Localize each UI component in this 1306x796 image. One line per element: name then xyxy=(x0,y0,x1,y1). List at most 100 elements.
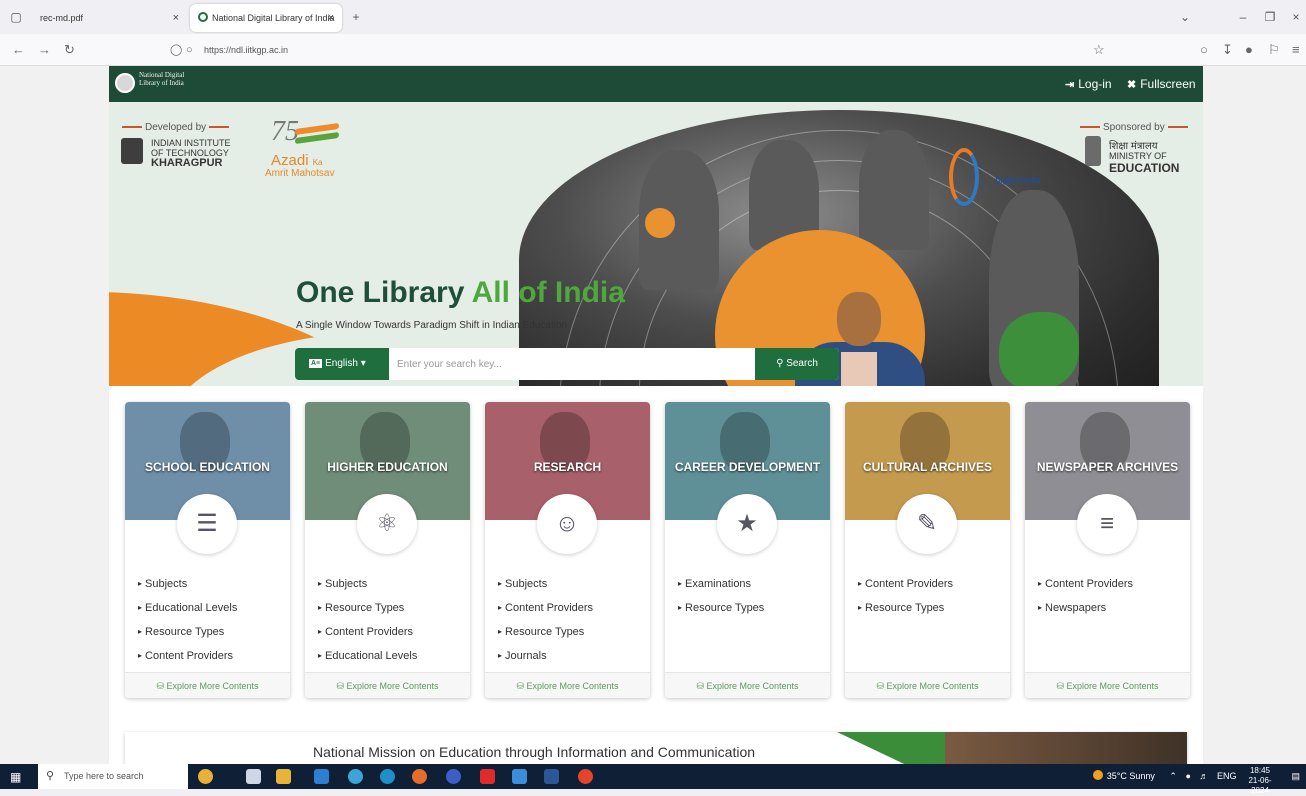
category-title[interactable]: HIGHER EDUCATION xyxy=(305,460,470,474)
explore-more-link[interactable]: ⛁ Explore More Contents xyxy=(485,672,650,698)
category-card[interactable]: RESEARCH ☺ SubjectsContent ProvidersResour… xyxy=(485,402,650,698)
explore-more-link[interactable]: ⛁ Explore More Contents xyxy=(665,672,830,698)
category-title[interactable]: RESEARCH xyxy=(485,460,650,474)
category-card[interactable]: SCHOOL EDUCATION ☰ SubjectsEducational Lev… xyxy=(125,402,290,698)
list-tabs-icon[interactable]: ⌄ xyxy=(1177,10,1193,24)
search-input[interactable] xyxy=(389,348,755,380)
taskbar-clock[interactable]: 18:45 21-06-2024 xyxy=(1242,766,1278,796)
edge-icon[interactable] xyxy=(380,769,395,784)
tab-rec-md-pdf[interactable]: rec-md.pdf × xyxy=(32,4,187,32)
language-indicator[interactable]: ENG xyxy=(1217,771,1237,781)
category-title[interactable]: CULTURAL ARCHIVES xyxy=(845,460,1010,474)
notification-icon[interactable]: ▤ xyxy=(1291,771,1300,781)
word-icon[interactable] xyxy=(544,769,559,784)
category-link[interactable]: Resource Types xyxy=(498,620,593,644)
category-link[interactable]: Resource Types xyxy=(858,596,953,620)
category-link[interactable]: Content Providers xyxy=(498,596,593,620)
explore-more-link[interactable]: ⛁ Explore More Contents xyxy=(305,672,470,698)
fullscreen-link[interactable]: ✖ Fullscreen xyxy=(1127,77,1196,91)
close-tab-icon[interactable]: × xyxy=(328,4,334,32)
account-icon[interactable]: ● xyxy=(1245,42,1253,57)
category-card[interactable]: HIGHER EDUCATION ⚛ SubjectsResource TypesC… xyxy=(305,402,470,698)
category-link[interactable]: Journals xyxy=(498,644,593,668)
search-icon: ⚲ xyxy=(46,770,55,782)
url-bar[interactable]: ◯ ○ https://ndl.iitkgp.ac.in xyxy=(160,38,1120,62)
close-tab-icon[interactable]: × xyxy=(173,4,179,32)
category-link[interactable]: Educational Levels xyxy=(318,644,417,668)
digital-india-logo: Digital India xyxy=(949,148,1049,208)
taskbar-search-placeholder: Type here to search xyxy=(64,771,144,781)
tab-ndl[interactable]: National Digital Library of India × xyxy=(190,4,342,32)
search-button[interactable]: ⚲ Search xyxy=(755,348,839,380)
category-link[interactable]: Resource Types xyxy=(318,596,417,620)
photo-person xyxy=(859,130,929,250)
explore-more-label: Explore More Contents xyxy=(526,681,619,691)
close-window-icon[interactable]: × xyxy=(1288,10,1304,24)
login-link[interactable]: ⇥ Log-in xyxy=(1065,77,1112,91)
category-title[interactable]: CAREER DEVELOPMENT xyxy=(665,460,830,474)
taskbar-search[interactable]: ⚲ Type here to search xyxy=(38,764,188,789)
chrome-icon[interactable] xyxy=(348,769,363,784)
category-title[interactable]: SCHOOL EDUCATION xyxy=(125,460,290,474)
weather-text[interactable]: 35°C Sunny xyxy=(1107,771,1155,781)
language-dropdown[interactable]: A≡ English ▾ xyxy=(295,348,389,380)
windows-start-icon[interactable]: ▦ xyxy=(10,770,21,784)
volume-icon[interactable]: ♬ xyxy=(1199,771,1208,781)
pocket-icon[interactable]: ○ xyxy=(1200,42,1208,57)
student-shirt xyxy=(841,352,877,386)
new-tab-icon[interactable]: + xyxy=(348,10,364,24)
browser-nav-bar: ← → ↻ ◯ ○ https://ndl.iitkgp.ac.in ☆ ○ ↧… xyxy=(0,34,1306,66)
iit-line: INDIAN INSTITUTE xyxy=(151,138,231,148)
tab-overview-icon[interactable]: ▢ xyxy=(8,10,24,24)
ndl-logo[interactable]: National Digital Library of India xyxy=(115,71,205,97)
category-link[interactable]: Content Providers xyxy=(318,620,417,644)
menu-icon[interactable]: ≡ xyxy=(1292,42,1300,57)
cortana-icon[interactable] xyxy=(198,769,213,784)
explore-more-link[interactable]: ⛁ Explore More Contents xyxy=(845,672,1010,698)
brave-icon[interactable] xyxy=(578,769,593,784)
category-link[interactable]: Newspapers xyxy=(1038,596,1133,620)
youtube-icon[interactable] xyxy=(480,769,495,784)
category-links: ExaminationsResource Types xyxy=(678,572,764,620)
facebook-icon[interactable] xyxy=(446,769,461,784)
reload-icon[interactable]: ↻ xyxy=(64,42,75,58)
category-link[interactable]: Content Providers xyxy=(1038,572,1133,596)
category-link[interactable]: Examinations xyxy=(678,572,764,596)
explore-more-link[interactable]: ⛁ Explore More Contents xyxy=(1025,672,1190,698)
network-icon[interactable]: ● xyxy=(1185,771,1190,781)
database-icon: ⛁ xyxy=(336,681,347,691)
page-viewport: National Digital Library of India ⇥ Log-i… xyxy=(0,66,1306,764)
category-link[interactable]: Content Providers xyxy=(138,644,237,668)
minimize-icon[interactable]: – xyxy=(1235,10,1251,24)
category-card[interactable]: CAREER DEVELOPMENT ★ ExaminationsResource … xyxy=(665,402,830,698)
extensions-icon[interactable]: ⚐ xyxy=(1268,42,1280,58)
category-card[interactable]: NEWSPAPER ARCHIVES ≡ Content ProvidersNews… xyxy=(1025,402,1190,698)
explore-more-link[interactable]: ⛁ Explore More Contents xyxy=(125,672,290,698)
azadi-line2: Amrit Mahotsav xyxy=(265,168,335,179)
category-title[interactable]: NEWSPAPER ARCHIVES xyxy=(1025,460,1190,474)
category-link[interactable]: Subjects xyxy=(498,572,593,596)
firefox-icon[interactable] xyxy=(412,769,427,784)
category-link[interactable]: Resource Types xyxy=(678,596,764,620)
mail-icon[interactable] xyxy=(314,769,329,784)
clock-time: 18:45 xyxy=(1249,766,1271,775)
orange-accent-dot xyxy=(645,208,675,238)
category-card[interactable]: CULTURAL ARCHIVES ✎ Content ProvidersResou… xyxy=(845,402,1010,698)
category-link[interactable]: Subjects xyxy=(138,572,237,596)
back-icon[interactable]: ← xyxy=(12,42,25,57)
category-link[interactable]: Resource Types xyxy=(138,620,237,644)
lock-icon[interactable]: ○ xyxy=(186,38,193,62)
downloads-icon[interactable]: ↧ xyxy=(1222,42,1233,58)
moe-line: MINISTRY OF xyxy=(1109,151,1167,161)
tray-chevron-icon[interactable]: ⌃ xyxy=(1169,771,1177,781)
category-link[interactable]: Educational Levels xyxy=(138,596,237,620)
task-view-icon[interactable] xyxy=(246,769,261,784)
forward-icon[interactable]: → xyxy=(38,42,51,57)
category-link[interactable]: Content Providers xyxy=(858,572,953,596)
shield-icon[interactable]: ◯ xyxy=(170,38,182,62)
bookmark-star-icon[interactable]: ☆ xyxy=(1093,42,1105,58)
file-explorer-icon[interactable] xyxy=(276,769,291,784)
restore-icon[interactable]: ❐ xyxy=(1262,10,1278,24)
store-icon[interactable] xyxy=(512,769,527,784)
category-link[interactable]: Subjects xyxy=(318,572,417,596)
